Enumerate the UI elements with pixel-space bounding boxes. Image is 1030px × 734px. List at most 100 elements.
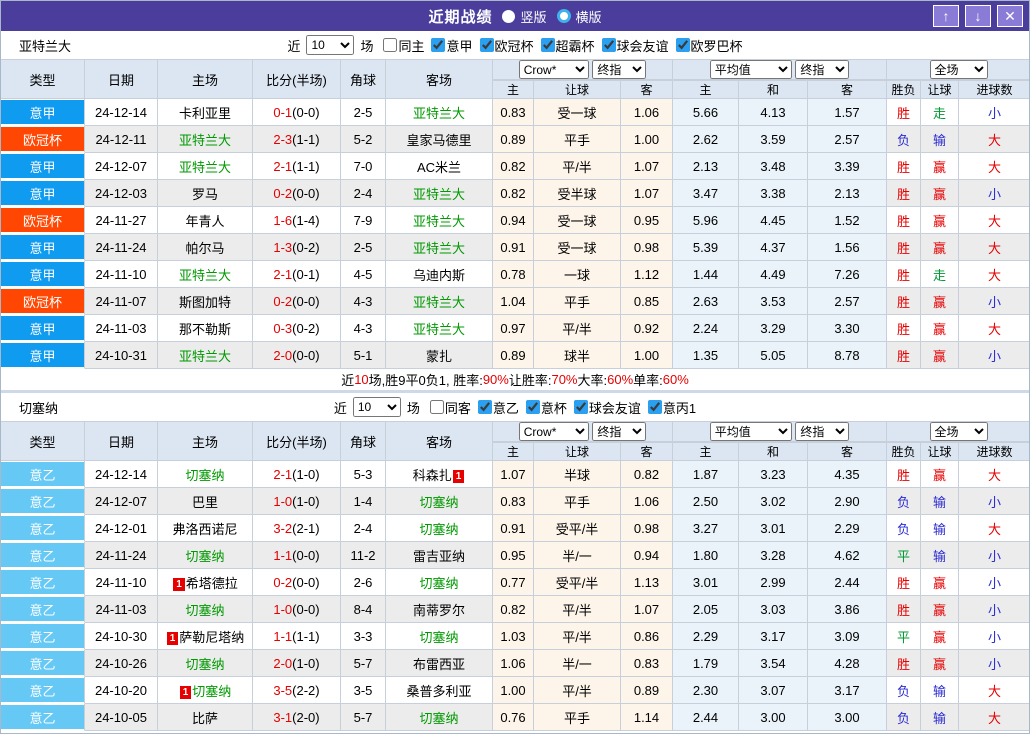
avg-draw: 3.38 (739, 180, 808, 207)
league-badge: 意甲 (1, 154, 84, 178)
odds-group-header: Crow* 终指 (493, 59, 673, 80)
result-goals: 小 (959, 623, 1029, 650)
result-handicap: 赢 (921, 461, 959, 488)
score-cell: 1-1(1-1) (253, 623, 341, 650)
close-button[interactable]: ✕ (997, 5, 1023, 27)
match-date: 24-12-14 (85, 99, 158, 126)
col-result-wdl: 胜负 (887, 80, 921, 99)
same-venue-checkbox[interactable] (429, 400, 444, 414)
match-row: 意甲 24-11-10 亚特兰大 2-1(0-1) 4-5 乌迪内斯 0.78 一球 1.12 1… (1, 261, 1029, 288)
league-filter-checkbox[interactable] (601, 38, 616, 52)
league-filter-checkbox[interactable] (647, 400, 662, 414)
avg-home: 1.44 (673, 261, 739, 288)
league-filter-checkbox[interactable] (675, 38, 690, 52)
league-filter-checkbox[interactable] (477, 400, 492, 414)
odds-time-select[interactable]: 终指 (592, 422, 647, 441)
odds-handicap: 平/半 (534, 623, 621, 650)
odds-home: 0.91 (493, 515, 534, 542)
radio-vertical-icon[interactable] (502, 9, 516, 23)
odds-home: 1.07 (493, 461, 534, 488)
score-cell: 3-2(2-1) (253, 515, 341, 542)
match-date: 24-12-14 (85, 461, 158, 488)
league-filter-checkbox[interactable] (525, 400, 540, 414)
result-handicap: 输 (921, 677, 959, 704)
home-team: 切塞纳 (158, 596, 253, 623)
league-filter-label: 意乙 (492, 400, 519, 416)
avg-time-select[interactable]: 终指 (795, 422, 850, 441)
near-label: 近 (333, 400, 347, 416)
halftime-score: (1-0) (292, 466, 320, 482)
league-filter-checkbox[interactable] (540, 38, 555, 52)
team-name: 切塞纳 (419, 494, 459, 510)
away-team: 亚特兰大 (386, 207, 493, 234)
avg-home: 2.05 (673, 596, 739, 623)
corners: 7-0 (341, 153, 386, 180)
red-card-badge: 1 (173, 577, 185, 591)
score-cell: 1-1(0-0) (253, 542, 341, 569)
league-filter-checkbox[interactable] (431, 38, 446, 52)
league-filter-checkbox[interactable] (573, 400, 588, 414)
move-down-button[interactable]: ↓ (965, 5, 991, 27)
team-name: 亚特兰大 (412, 240, 465, 256)
layout-option-vertical[interactable]: 竖版 (502, 7, 547, 26)
halftime-score: (0-0) (292, 547, 320, 563)
match-date: 24-11-10 (85, 569, 158, 596)
team-name: 雷吉亚纳 (412, 548, 465, 564)
col-avg-away: 客 (808, 80, 887, 99)
odds-handicap: 平/半 (534, 677, 621, 704)
team-name: 亚特兰大 (412, 186, 465, 202)
league-badge: 意乙 (1, 597, 84, 621)
summary-part: 近 (341, 373, 355, 388)
summary-part: 70% (551, 372, 578, 387)
result-goals: 小 (959, 596, 1029, 623)
recent-count-select[interactable]: 10 (352, 397, 401, 417)
col-result-handicap: 让球 (921, 80, 959, 99)
avg-source-select[interactable]: 平均值 (709, 422, 792, 441)
halftime-score: (2-2) (292, 682, 320, 698)
league-cell: 意甲 (1, 342, 85, 369)
avg-draw: 3.00 (739, 704, 808, 731)
home-team: 斯图加特 (158, 288, 253, 315)
halftime-score: (1-0) (292, 493, 320, 509)
recent-count-select[interactable]: 10 (306, 35, 355, 55)
avg-source-select[interactable]: 平均值 (709, 60, 792, 79)
away-team: 切塞纳 (386, 704, 493, 731)
league-badge: 意乙 (1, 678, 84, 702)
layout-option-horizontal[interactable]: 横版 (556, 7, 602, 26)
scope-select[interactable]: 全场 (929, 422, 988, 441)
team-name: 科森扎 (412, 467, 452, 483)
score-cell: 2-1(0-1) (253, 261, 341, 288)
home-team: 亚特兰大 (158, 261, 253, 288)
col-date: 日期 (85, 421, 158, 461)
corners: 5-3 (341, 461, 386, 488)
avg-away: 2.57 (808, 126, 887, 153)
avg-draw: 3.53 (739, 288, 808, 315)
halftime-score: (0-0) (292, 293, 320, 309)
avg-draw: 4.13 (739, 99, 808, 126)
near-label: 近 (287, 38, 301, 54)
same-venue-checkbox[interactable] (383, 38, 398, 52)
team-name: 卡利亚里 (178, 105, 231, 121)
odds-source-select[interactable]: Crow* (518, 60, 589, 79)
move-up-button[interactable]: ↑ (933, 5, 959, 27)
corners: 8-4 (341, 596, 386, 623)
avg-draw: 3.01 (739, 515, 808, 542)
home-team: 1 希塔德拉 (158, 569, 253, 596)
radio-horizontal-icon[interactable] (556, 9, 571, 23)
league-filters: 同主 意甲 欧冠杯 超霸杯 球会友谊 欧罗巴杯 (376, 36, 743, 55)
score-cell: 3-1(2-0) (253, 704, 341, 731)
halftime-score: (0-0) (292, 104, 320, 120)
odds-time-select[interactable]: 终指 (592, 60, 647, 79)
scope-select[interactable]: 全场 (929, 60, 988, 79)
col-avg-draw: 和 (739, 442, 808, 461)
team-name: 亚特兰大 (178, 159, 231, 175)
same-venue-label: 同客 (444, 400, 471, 416)
league-filter-checkbox[interactable] (479, 38, 494, 52)
fulltime-score: 1-1 (273, 547, 293, 563)
odds-source-select[interactable]: Crow* (518, 422, 589, 441)
avg-time-select[interactable]: 终指 (795, 60, 850, 79)
col-avg-draw: 和 (739, 80, 808, 99)
match-row: 意乙 24-12-01 弗洛西诺尼 3-2(2-1) 2-4 切塞纳 0.91 受平/半 0.9… (1, 515, 1029, 542)
team-name: 切塞纳 (185, 467, 225, 483)
avg-away: 2.44 (808, 569, 887, 596)
